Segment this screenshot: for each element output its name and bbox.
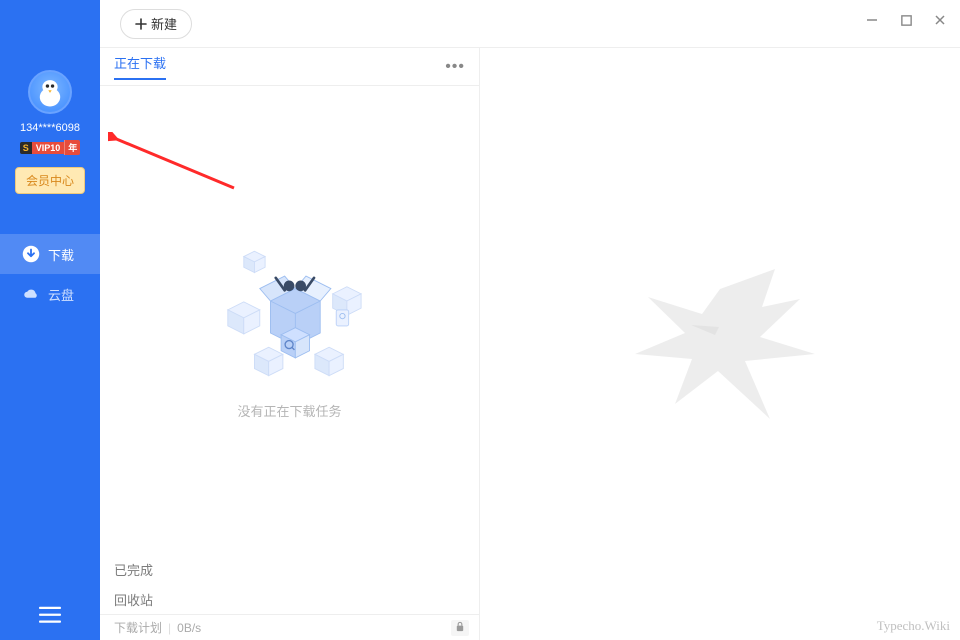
plan-label: 下载计划 — [114, 619, 162, 636]
new-button[interactable]: 新建 — [120, 9, 192, 39]
tab-more-button[interactable]: ••• — [445, 58, 465, 76]
vip-level: VIP10 — [32, 142, 65, 154]
vip-badge: S VIP10 年 — [20, 140, 81, 155]
cloud-icon — [22, 285, 40, 303]
sidebar: 134****6098 S VIP10 年 会员中心 下载 云盘 — [0, 0, 100, 640]
empty-box-illustration — [200, 221, 380, 381]
avatar[interactable] — [28, 70, 72, 114]
new-button-label: 新建 — [151, 14, 177, 33]
vip-suffix: 年 — [64, 140, 80, 155]
minimize-icon — [865, 13, 879, 27]
empty-text: 没有正在下载任务 — [237, 401, 341, 420]
main-area: 新建 正在下载 ••• — [100, 0, 960, 640]
menu-button[interactable] — [0, 606, 100, 624]
maximize-button[interactable] — [898, 12, 914, 28]
nav-item-download[interactable]: 下载 — [0, 234, 100, 274]
nav-section: 下载 云盘 — [0, 234, 100, 314]
titlebar: 新建 — [100, 0, 960, 48]
tab-row: 正在下载 ••• — [100, 48, 479, 86]
plan-speed: 0B/s — [177, 621, 201, 635]
member-center-button[interactable]: 会员中心 — [15, 167, 85, 194]
username-label: 134****6098 — [20, 122, 80, 134]
close-icon — [933, 13, 947, 27]
plus-icon — [135, 18, 147, 30]
close-button[interactable] — [932, 12, 948, 28]
lock-icon — [451, 620, 469, 636]
bird-icon — [33, 75, 67, 109]
hummingbird-logo — [620, 259, 820, 429]
hamburger-icon — [39, 606, 61, 624]
minimize-button[interactable] — [864, 12, 880, 28]
maximize-icon — [900, 14, 913, 27]
empty-state: 没有正在下载任务 — [100, 86, 479, 554]
recycle-link[interactable]: 回收站 — [100, 584, 479, 614]
completed-link[interactable]: 已完成 — [100, 554, 479, 584]
vip-prefix: S — [20, 142, 32, 154]
download-plan-row[interactable]: 下载计划 | 0B/s — [100, 614, 479, 640]
download-icon — [22, 245, 40, 263]
bottom-links: 已完成 回收站 下载计划 | 0B/s — [100, 554, 479, 640]
more-icon: ••• — [445, 58, 465, 75]
preview-panel — [480, 0, 960, 640]
nav-label-cloud: 云盘 — [48, 285, 74, 304]
nav-item-cloud[interactable]: 云盘 — [0, 274, 100, 314]
tab-downloading[interactable]: 正在下载 — [114, 53, 166, 80]
window-controls — [864, 12, 948, 28]
watermark: Typecho.Wiki — [877, 618, 950, 634]
download-panel: 正在下载 ••• — [100, 0, 480, 640]
nav-label-download: 下载 — [48, 245, 74, 264]
plan-divider: | — [168, 621, 171, 635]
